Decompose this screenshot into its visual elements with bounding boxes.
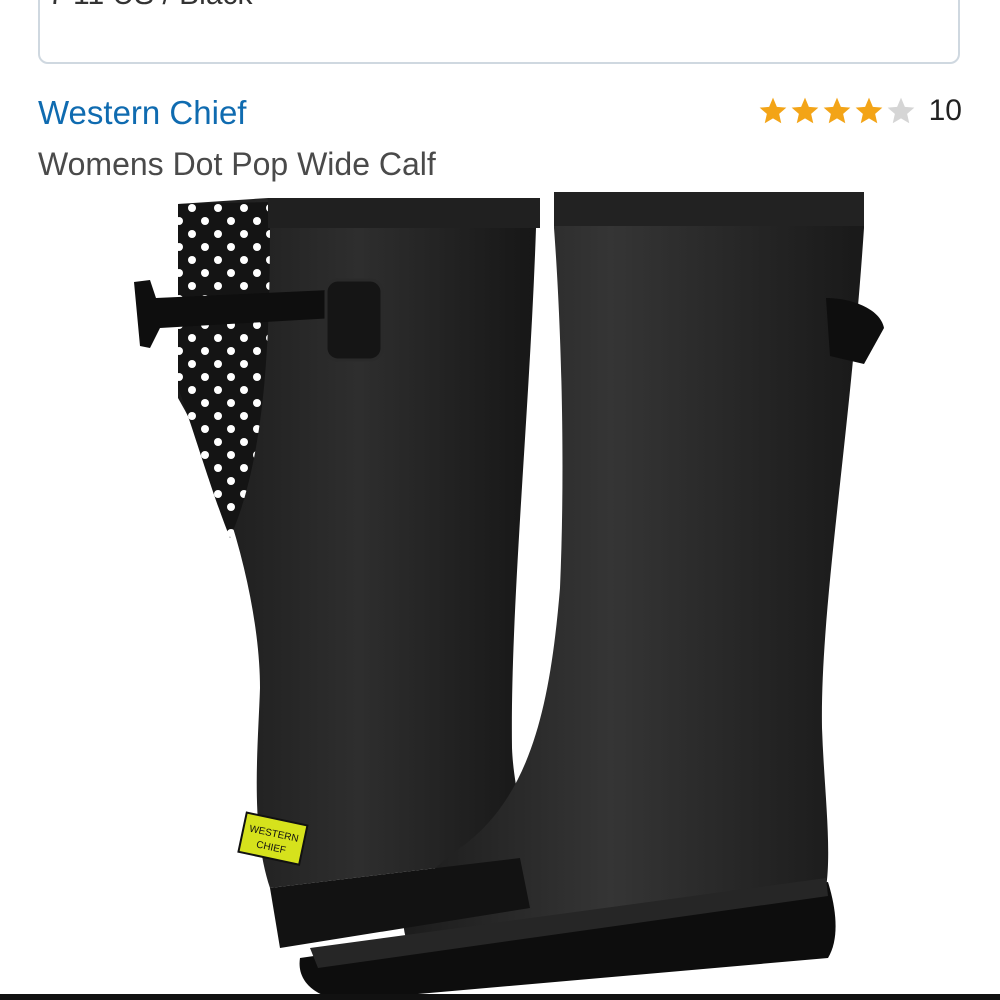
rating-summary[interactable]: 10: [757, 94, 962, 128]
star-icon: [791, 97, 818, 124]
star-rating: [757, 95, 917, 127]
product-title: Womens Dot Pop Wide Calf: [38, 146, 436, 182]
size-color-value: 7 11 US / Black: [48, 0, 253, 12]
review-count: 10: [928, 94, 962, 127]
star-empty-icon: [887, 97, 914, 124]
bottom-divider: [0, 994, 1000, 1000]
rain-boots-image[interactable]: WESTERN CHIEF: [120, 188, 900, 1000]
star-icon: [759, 97, 786, 124]
brand-link[interactable]: Western Chief: [38, 94, 246, 132]
star-icon: [855, 97, 882, 124]
star-icon: [823, 97, 850, 124]
